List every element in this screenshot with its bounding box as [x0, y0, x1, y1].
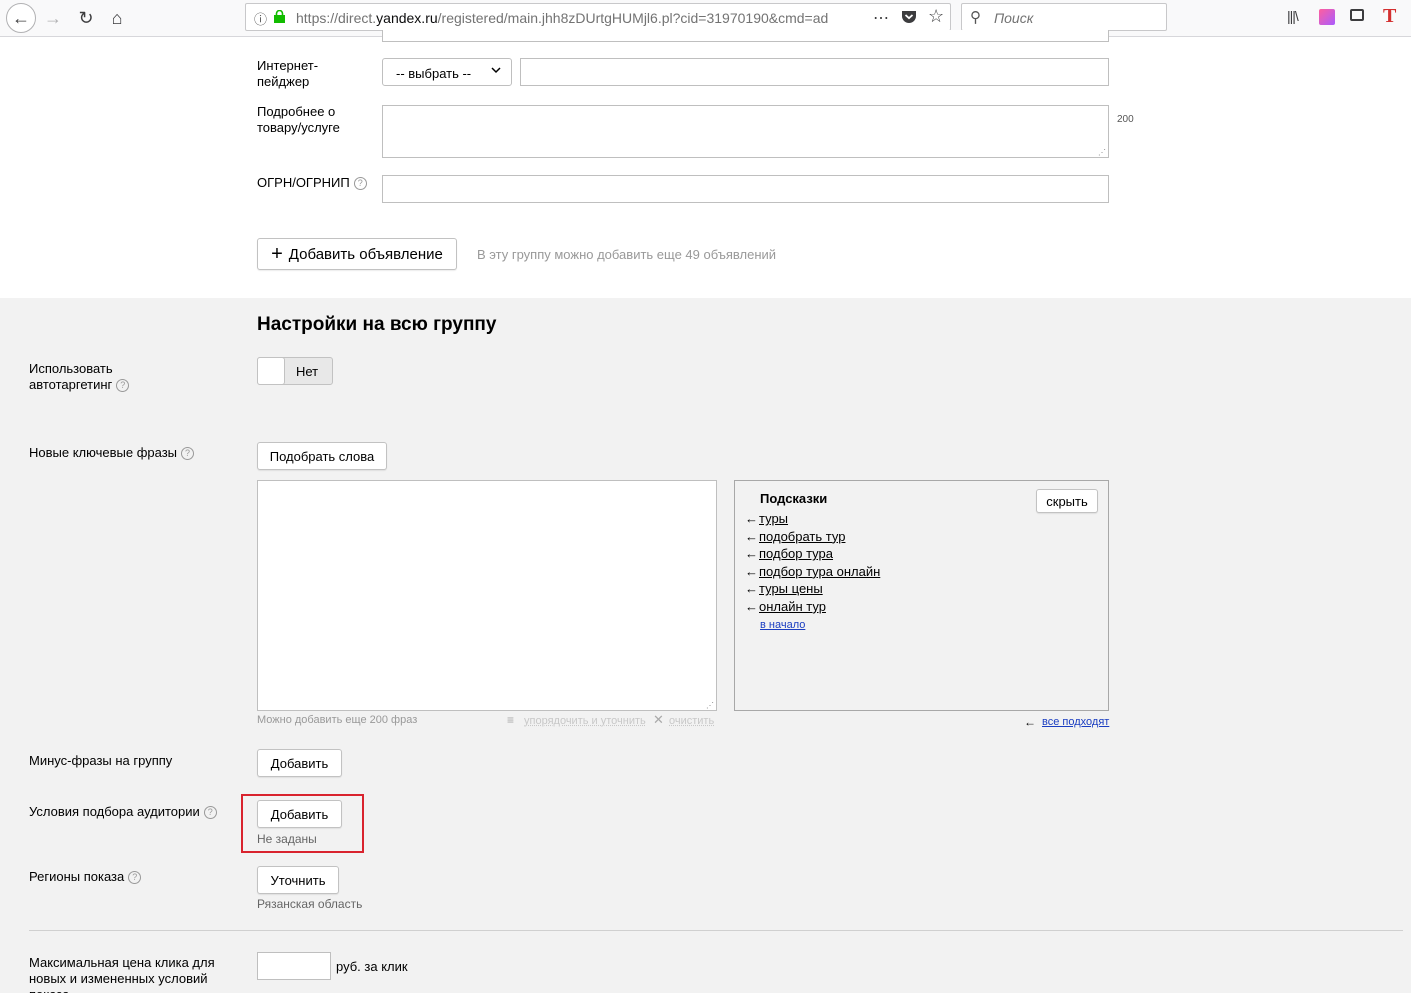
suggestion-item[interactable]: ←туры — [745, 511, 880, 529]
help-icon[interactable]: ? — [353, 177, 367, 191]
minus-phrases-label: Минус-фразы на группу — [29, 753, 173, 768]
search-bar[interactable]: ⚲ Поиск — [961, 3, 1167, 31]
details-label: Подробнее о товару/услуге — [257, 104, 340, 135]
suggestion-item[interactable]: ←подбор тура — [745, 546, 880, 564]
audience-status: Не заданы — [257, 832, 317, 846]
pocket-icon[interactable] — [901, 9, 917, 25]
sort-refine-link[interactable]: упорядочить и уточнить — [524, 715, 646, 727]
cut-off-field[interactable] — [382, 30, 1109, 42]
page-actions-icon[interactable]: ⋯ — [873, 8, 889, 28]
help-icon[interactable]: ? — [181, 447, 195, 461]
autotargeting-label: Использовать автотаргетинг? — [29, 361, 149, 393]
arrow-left-icon: ← — [745, 581, 758, 597]
regions-label: Регионы показа? — [29, 869, 142, 885]
suggestion-item[interactable]: ←подбор тура онлайн — [745, 564, 880, 582]
home-icon[interactable]: ⌂ — [104, 5, 130, 31]
suggestion-text[interactable]: подобрать тур — [759, 529, 845, 544]
suggestion-item[interactable]: ←подобрать тур — [745, 529, 880, 547]
extension-icon[interactable] — [1319, 9, 1335, 25]
add-ad-button[interactable]: + Добавить объявление — [257, 238, 457, 270]
keywords-label-text: Новые ключевые фразы — [29, 445, 178, 460]
url-text: https://direct.yandex.ru/registered/main… — [296, 10, 829, 26]
details-textarea[interactable]: ⋰ — [382, 105, 1109, 158]
resize-handle-icon[interactable]: ⋰ — [1098, 148, 1106, 157]
refine-regions-button[interactable]: Уточнить — [257, 866, 339, 894]
resize-handle-icon[interactable]: ⋰ — [706, 701, 714, 710]
arrow-left-icon: ← — [745, 563, 758, 579]
toggle-knob — [257, 357, 285, 385]
translate-icon[interactable]: T — [1383, 5, 1396, 28]
add-audience-button[interactable]: Добавить — [257, 800, 342, 828]
autotargeting-toggle[interactable]: Нет — [257, 357, 333, 385]
ogrn-label-text: ОГРН/ОГРНИП — [257, 175, 350, 190]
suggestion-text[interactable]: подбор тура — [759, 546, 833, 561]
suggestions-list: ←туры ←подобрать тур ←подбор тура ←подбо… — [745, 511, 880, 617]
max-price-input[interactable] — [257, 952, 331, 980]
max-price-label: Максимальная цена клика для новых и изме… — [29, 955, 215, 993]
arrow-left-icon: ← — [745, 528, 758, 544]
info-icon[interactable]: ⓘ — [254, 9, 267, 28]
arrow-left-icon: ← — [1024, 715, 1036, 729]
suggestion-text[interactable]: туры цены — [759, 581, 823, 596]
audience-label-text: Условия подбора аудитории — [29, 804, 200, 819]
chevron-down-icon — [490, 64, 502, 79]
lock-icon — [274, 9, 285, 23]
suggestion-item[interactable]: ←туры цены — [745, 581, 880, 599]
add-ad-hint: В эту группу можно добавить еще 49 объяв… — [477, 247, 777, 262]
help-icon[interactable]: ? — [128, 871, 142, 885]
help-icon[interactable]: ? — [116, 379, 130, 393]
back-icon[interactable]: ← — [6, 3, 36, 33]
regions-value: Рязанская область — [257, 897, 363, 911]
autotargeting-label-text: Использовать автотаргетинг — [29, 361, 113, 392]
all-fit-link[interactable]: все подходят — [1042, 716, 1109, 728]
search-placeholder: Поиск — [994, 10, 1034, 26]
add-ad-button-label: Добавить объявление — [288, 245, 443, 263]
pager-label: Интернет- пейджер — [257, 58, 319, 89]
reload-icon[interactable]: ↻ — [73, 5, 99, 31]
to-start-link[interactable]: в начало — [760, 619, 805, 631]
suggestion-text[interactable]: подбор тура онлайн — [759, 564, 880, 579]
suggestions-title: Подсказки — [760, 491, 828, 506]
suggestion-text[interactable]: туры — [759, 511, 788, 526]
audience-label: Условия подбора аудитории? — [29, 804, 217, 820]
ogrn-input[interactable] — [382, 175, 1109, 203]
help-icon[interactable]: ? — [203, 806, 217, 820]
pick-words-button[interactable]: Подобрать слова — [257, 442, 387, 470]
keywords-textarea[interactable]: ⋰ — [257, 480, 717, 711]
divider — [29, 930, 1403, 931]
pager-input[interactable] — [520, 58, 1109, 86]
keywords-counter: Можно добавить еще 200 фраз — [257, 714, 418, 726]
group-settings-title: Настройки на всю группу — [257, 314, 497, 335]
hide-button[interactable]: скрыть — [1036, 489, 1098, 513]
sidebar-icon[interactable] — [1350, 9, 1364, 21]
price-unit: руб. за клик — [336, 959, 408, 974]
details-counter: 200 — [1117, 114, 1134, 125]
keywords-label: Новые ключевые фразы? — [29, 445, 195, 461]
library-icon[interactable]: |||\ — [1287, 8, 1299, 24]
regions-label-text: Регионы показа — [29, 869, 125, 884]
arrow-left-icon: ← — [745, 546, 758, 562]
ogrn-label: ОГРН/ОГРНИП? — [257, 175, 367, 191]
arrow-left-icon: ← — [745, 598, 758, 614]
add-minus-phrases-button[interactable]: Добавить — [257, 749, 342, 777]
clear-link[interactable]: очистить — [669, 715, 714, 727]
clear-icon: ✕ — [653, 712, 664, 727]
search-icon: ⚲ — [970, 9, 981, 26]
suggestions-panel: Подсказки скрыть ←туры ←подобрать тур ←п… — [734, 480, 1109, 711]
sort-icon: ≡ — [507, 713, 515, 727]
suggestion-item[interactable]: ←онлайн тур — [745, 599, 880, 617]
url-bar[interactable]: ⓘ https://direct.yandex.ru/registered/ma… — [245, 3, 951, 31]
pager-select[interactable]: -- выбрать -- — [382, 58, 512, 86]
plus-icon: + — [271, 243, 283, 265]
pager-select-value: -- выбрать -- — [396, 66, 472, 81]
arrow-left-icon: ← — [745, 511, 758, 526]
toggle-value: Нет — [296, 364, 319, 379]
bookmark-star-icon[interactable]: ☆ — [928, 6, 944, 27]
suggestion-text[interactable]: онлайн тур — [759, 599, 826, 614]
forward-icon[interactable]: → — [40, 5, 66, 31]
